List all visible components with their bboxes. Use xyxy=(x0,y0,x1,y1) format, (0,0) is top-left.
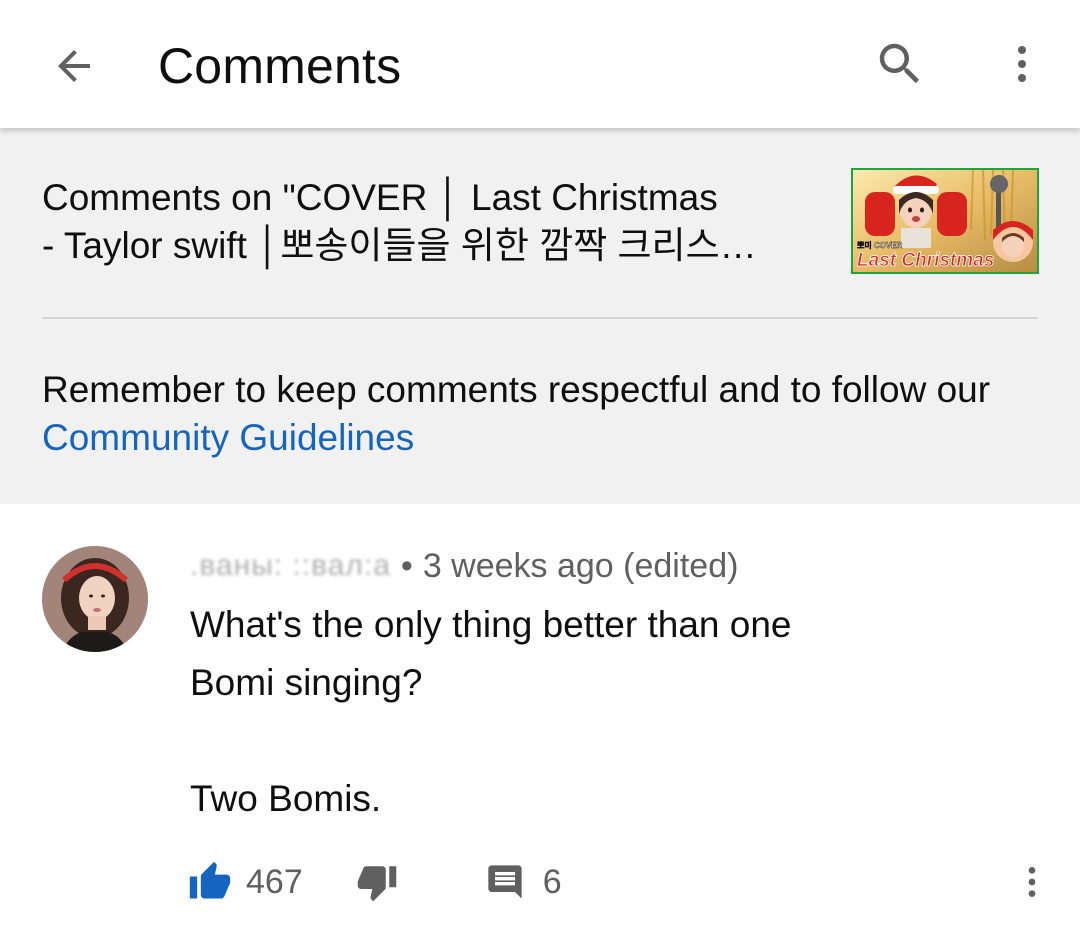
reply-button[interactable] xyxy=(481,858,529,906)
more-options-button[interactable] xyxy=(982,24,1062,104)
thumb-down-icon xyxy=(357,866,396,902)
avatar-image xyxy=(42,546,148,652)
page-title: Comments xyxy=(158,38,402,94)
guidelines-text: Remember to keep comments respectful and… xyxy=(42,369,991,410)
comment-item: .ваны: ::вал:а • 3 weeks ago (edited) Wh… xyxy=(0,504,1080,928)
comment-time: 3 weeks ago (edited) xyxy=(422,546,739,585)
video-thumbnail[interactable]: 뽀미 COVER Last Christmas xyxy=(851,168,1039,274)
thumbnail-image: 뽀미 COVER Last Christmas xyxy=(853,170,1037,272)
comments-screen: Comments Comments on "COVER │ Last Chris… xyxy=(0,0,1080,928)
video-title-line-1: Comments on "COVER │ Last Christmas xyxy=(42,177,718,218)
meta-separator: • xyxy=(400,546,413,585)
top-app-bar: Comments xyxy=(0,0,1080,128)
more-vert-icon xyxy=(1018,46,1026,82)
avatar[interactable] xyxy=(42,546,148,652)
guidelines-notice: Remember to keep comments respectful and… xyxy=(42,366,1038,462)
divider xyxy=(42,317,1038,319)
comment-more-button[interactable] xyxy=(1008,854,1056,910)
more-vert-icon xyxy=(1028,867,1036,897)
dislike-button[interactable] xyxy=(353,858,401,906)
back-button[interactable] xyxy=(34,26,114,106)
search-button[interactable] xyxy=(860,24,940,104)
comment-text: What's the only thing better than one Bo… xyxy=(190,604,792,819)
thumbnail-subcaption: 뽀미 COVER xyxy=(857,240,903,250)
like-count: 467 xyxy=(246,862,303,901)
video-info-panel: Comments on "COVER │ Last Christmas - Ta… xyxy=(0,128,1080,504)
video-title[interactable]: Comments on "COVER │ Last Christmas - Ta… xyxy=(42,174,822,270)
like-button[interactable] xyxy=(186,858,234,906)
thumb-up-icon xyxy=(189,861,231,899)
comment-author[interactable]: .ваны: ::вал:а xyxy=(190,549,391,583)
community-guidelines-link[interactable]: Community Guidelines xyxy=(42,417,414,458)
video-title-line-2: - Taylor swift │뽀송이들을 위한 깜짝 크리스… xyxy=(42,225,757,266)
thumbnail-caption: Last Christmas xyxy=(857,250,994,271)
reply-count: 6 xyxy=(542,862,562,901)
search-icon xyxy=(879,43,920,84)
comment-icon xyxy=(488,865,522,899)
comment-meta: .ваны: ::вал:а • 3 weeks ago (edited) xyxy=(190,544,738,588)
arrow-back-icon xyxy=(58,50,90,82)
comment-actions: 467 6 xyxy=(186,852,562,912)
